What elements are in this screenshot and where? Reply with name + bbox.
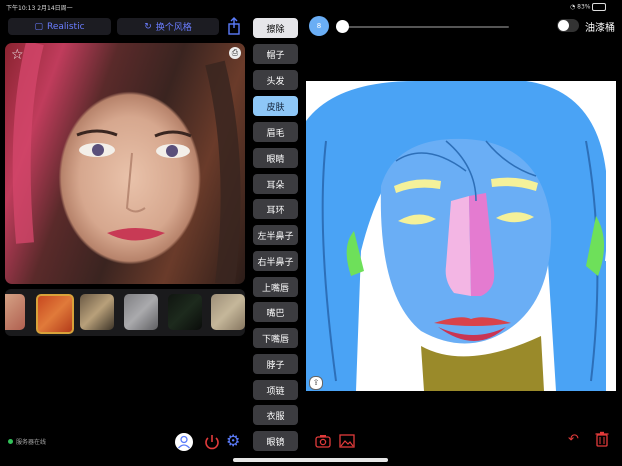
camera-button[interactable] (315, 433, 331, 452)
share-icon (228, 17, 240, 35)
home-indicator (233, 458, 388, 462)
category-item[interactable]: 眼睛 (253, 148, 298, 168)
photo-icon (339, 434, 355, 448)
star-icon[interactable]: ☆ (11, 47, 24, 63)
person-icon (178, 435, 190, 449)
category-item[interactable]: 嘴巴 (253, 302, 298, 322)
avatar-button[interactable] (175, 433, 193, 451)
trash-icon (595, 431, 609, 447)
status-time: 下午10:13 2月14日周一 (6, 5, 73, 12)
category-item[interactable]: 脖子 (253, 354, 298, 374)
upload-icon[interactable]: ⇪ (309, 376, 323, 390)
settings-button[interactable]: ⚙ (226, 432, 244, 450)
category-item[interactable]: 耳朵 (253, 174, 298, 194)
battery-icon (592, 3, 607, 11)
generated-photo: ☆ ⎙ (5, 43, 245, 284)
texture-thumb[interactable] (124, 294, 158, 330)
status-battery: ◔ 83% (570, 3, 607, 11)
paint-bucket-toggle[interactable] (557, 19, 579, 32)
share-button[interactable] (224, 16, 244, 36)
power-button[interactable] (203, 433, 221, 451)
gallery-button[interactable] (339, 433, 355, 452)
drawing-canvas[interactable]: ⇪ (306, 81, 616, 391)
category-item[interactable]: 下嘴唇 (253, 328, 298, 348)
switch-style-button[interactable]: ↻ 换个风格 (117, 18, 219, 35)
texture-thumb[interactable] (5, 294, 25, 330)
online-dot-icon (8, 439, 13, 444)
style-button[interactable]: ▢ Realistic (8, 18, 111, 35)
category-item[interactable]: 耳环 (253, 199, 298, 219)
category-item[interactable]: 眉毛 (253, 122, 298, 142)
image-icon: ▢ (34, 21, 43, 32)
category-item[interactable]: 项链 (253, 380, 298, 400)
brush-size-indicator[interactable]: 8 (309, 16, 329, 36)
category-item[interactable]: 右半鼻子 (253, 251, 298, 271)
camera-icon (315, 435, 331, 448)
brush-size-slider[interactable] (342, 26, 509, 28)
gear-icon: ⚙ (226, 431, 241, 450)
server-status: 服务器在线 (8, 437, 46, 446)
category-item[interactable]: 眼镜 (253, 431, 298, 451)
texture-thumb[interactable] (211, 294, 245, 330)
undo-icon: ↶ (568, 432, 579, 447)
texture-thumb[interactable] (80, 294, 114, 330)
category-item[interactable]: 衣服 (253, 405, 298, 425)
category-item[interactable]: 擦除 (253, 18, 298, 38)
category-item[interactable]: 帽子 (253, 44, 298, 64)
refresh-icon: ↻ (144, 21, 152, 32)
wifi-icon: ◔ (570, 3, 576, 11)
paint-bucket-label: 油漆桶 (585, 23, 615, 34)
segmentation-drawing (306, 81, 611, 391)
undo-button[interactable]: ↶ (568, 432, 579, 447)
save-icon[interactable]: ⎙ (229, 47, 241, 59)
texture-strip (5, 289, 245, 336)
category-item[interactable]: 上嘴唇 (253, 277, 298, 297)
category-item[interactable]: 左半鼻子 (253, 225, 298, 245)
category-item-active[interactable]: 皮肤 (253, 96, 298, 116)
power-icon (205, 435, 219, 450)
delete-button[interactable] (595, 431, 609, 451)
brush-size-slider-handle[interactable] (336, 20, 349, 33)
texture-thumb[interactable] (36, 294, 74, 334)
category-item[interactable]: 头发 (253, 70, 298, 90)
texture-thumb[interactable] (168, 294, 202, 330)
